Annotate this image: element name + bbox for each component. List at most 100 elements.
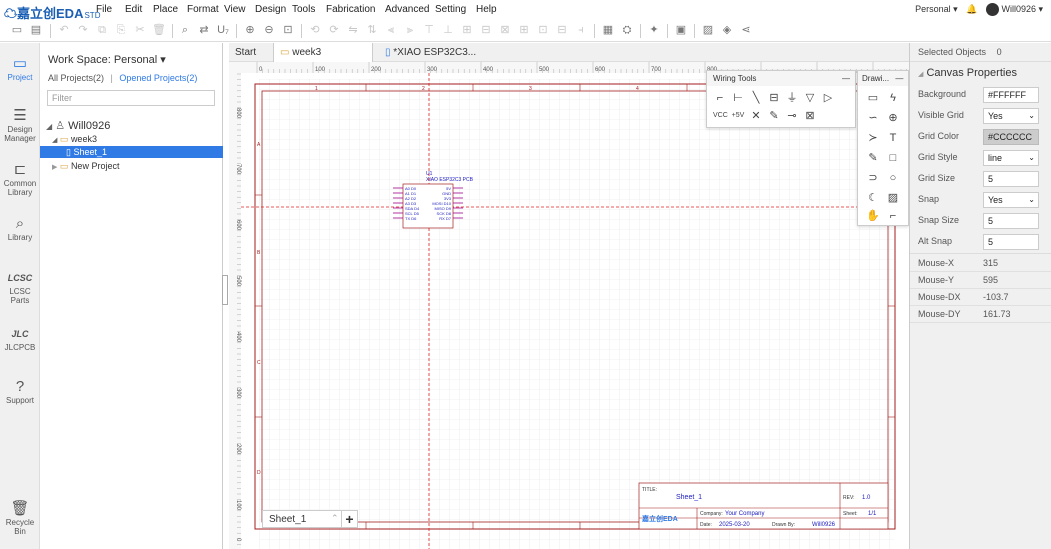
pencil-icon[interactable]: ✎ — [866, 151, 880, 165]
menu-setting[interactable]: Setting — [435, 4, 466, 15]
menu-view[interactable]: View — [224, 4, 246, 15]
menu-file[interactable]: File — [96, 4, 112, 15]
copy-icon[interactable]: ⧉ — [95, 23, 109, 37]
save-icon[interactable]: ▤ — [29, 23, 43, 37]
tab-week3[interactable]: ▭ week3 — [273, 43, 373, 62]
menu-advanced[interactable]: Advanced — [385, 4, 429, 15]
share-icon[interactable]: ⋖ — [739, 23, 753, 37]
lightning-icon[interactable]: ϟ — [886, 91, 900, 105]
redo-icon[interactable]: ↷ — [76, 23, 90, 37]
text-icon[interactable]: T — [886, 131, 900, 145]
zoom-in-icon[interactable]: ⊕ — [243, 23, 257, 37]
pin-icon[interactable]: ⊸ — [785, 109, 799, 123]
menu-help[interactable]: Help — [476, 4, 497, 15]
nav-support[interactable]: ? Support — [0, 378, 40, 405]
menu-format[interactable]: Format — [187, 4, 219, 15]
nav-jlcpcb[interactable]: JLC JLCPCB — [0, 325, 40, 352]
bus-icon[interactable]: ⊢ — [731, 91, 745, 105]
bell-icon[interactable]: 🔔 — [966, 4, 977, 14]
nav-library[interactable]: ⌕ Library — [0, 215, 40, 242]
plus5v-icon[interactable]: +5V — [731, 109, 745, 123]
menu-edit[interactable]: Edit — [125, 4, 142, 15]
bus-entry-icon[interactable]: ╲ — [749, 91, 763, 105]
align-top-icon[interactable]: ⊤ — [422, 23, 436, 37]
menu-fabrication[interactable]: Fabrication — [326, 4, 375, 15]
image-tool-icon[interactable]: ▭ — [866, 91, 880, 105]
distribute-vertical-icon[interactable]: ⊠ — [498, 23, 512, 37]
no-connect-icon[interactable]: ✕ — [749, 109, 763, 123]
image-icon[interactable]: ▨ — [701, 23, 715, 37]
pivot-icon[interactable]: ⊕ — [886, 111, 900, 125]
add-sheet-button[interactable]: + — [341, 510, 357, 528]
align-grid-icon[interactable]: ⊞ — [517, 23, 531, 37]
rectangle-icon[interactable]: □ — [886, 151, 900, 165]
new-icon[interactable]: ▭ — [10, 23, 24, 37]
align-right-icon[interactable]: ⫸ — [403, 23, 417, 37]
workspace-select[interactable]: Work Space: Personal ▾ — [48, 53, 166, 66]
sheet-tab[interactable]: Sheet_1 — [269, 514, 306, 525]
netflag-icon[interactable]: ▽ — [803, 91, 817, 105]
panel-collapse-handle[interactable] — [222, 275, 228, 305]
snap-select[interactable]: Yes ⌄ — [983, 192, 1039, 208]
menu-design[interactable]: Design — [255, 4, 286, 15]
grid-color-input[interactable]: #CCCCCC — [983, 129, 1039, 145]
drawing-tools-header[interactable]: Drawi... — — [858, 71, 908, 86]
menu-tools[interactable]: Tools — [292, 4, 315, 15]
cut-icon[interactable]: ✂ — [133, 23, 147, 37]
bezier-icon[interactable]: ∽ — [866, 111, 880, 125]
arc-icon[interactable]: ☾ — [866, 191, 880, 205]
snap-size-input[interactable]: 5 — [983, 213, 1039, 229]
paste-icon[interactable]: ⎘ — [114, 23, 128, 37]
vcc-icon[interactable]: VCC — [713, 109, 728, 123]
menu-place[interactable]: Place — [153, 4, 178, 15]
visible-grid-select[interactable]: Yes ⌄ — [983, 108, 1039, 124]
arrange-icon[interactable]: ⫞ — [574, 23, 588, 37]
tab-all-projects[interactable]: All Projects(2) — [48, 73, 104, 83]
filter-input[interactable]: Filter — [47, 90, 215, 106]
workspace-switch[interactable]: Personal ▾ — [915, 4, 958, 14]
user-menu[interactable]: Will0926 ▾ — [1001, 4, 1043, 14]
rotate-right-icon[interactable]: ⟳ — [327, 23, 341, 37]
flip-horizontal-icon[interactable]: ⇋ — [346, 23, 360, 37]
nav-design-manager[interactable]: ☰ Design Manager — [0, 107, 40, 143]
circle-icon[interactable]: ○ — [886, 171, 900, 185]
wire-icon[interactable]: ⌐ — [713, 91, 727, 105]
tree-new-project[interactable]: ▶ ▭ New Project — [52, 161, 119, 172]
pcb-convert-icon[interactable]: ▦ — [601, 23, 615, 37]
netport-icon[interactable]: ▷ — [821, 91, 835, 105]
nav-recycle-bin[interactable]: 🗑 Recycle Bin — [0, 500, 40, 536]
layer-icon[interactable]: ⊟ — [555, 23, 569, 37]
grid-size-input[interactable]: 5 — [983, 171, 1039, 187]
schematic-canvas[interactable]: 0 100 200 300 400 500 600 700 800 800 70… — [229, 62, 909, 549]
background-input[interactable]: #FFFFFF — [983, 87, 1039, 103]
align-group-icon[interactable]: ⊡ — [536, 23, 550, 37]
wiring-tools-header[interactable]: Wiring Tools — — [707, 71, 855, 86]
tree-user[interactable]: ◢ ♙ Will0926 — [46, 119, 110, 132]
tab-opened-projects[interactable]: Opened Projects(2) — [119, 73, 197, 83]
zoom-out-icon[interactable]: ⊖ — [262, 23, 276, 37]
align-bottom-icon[interactable]: ⊥ — [441, 23, 455, 37]
arrow-icon[interactable]: ≻ — [866, 131, 880, 145]
find-replace-icon[interactable]: ⇄ — [197, 23, 211, 37]
netlabel-icon[interactable]: ⊟ — [767, 91, 781, 105]
nav-common-library[interactable]: ⊏ Common Library — [0, 161, 40, 197]
voltage-probe-icon[interactable]: ✎ — [767, 109, 781, 123]
nav-project[interactable]: ▭ Project — [0, 55, 40, 82]
find-icon[interactable]: ⌕ — [178, 23, 192, 37]
flip-vertical-icon[interactable]: ⇅ — [365, 23, 379, 37]
tab-xiao-esp32c3[interactable]: ▯ *XIAO ESP32C3... — [379, 43, 482, 62]
tree-sheet[interactable]: ▯ Sheet_1 — [66, 147, 107, 158]
line-icon[interactable]: ⌐ — [886, 209, 900, 223]
alt-snap-input[interactable]: 5 — [983, 234, 1039, 250]
rotate-left-icon[interactable]: ⟲ — [308, 23, 322, 37]
group-icon[interactable]: ⊠ — [803, 109, 817, 123]
grid-style-select[interactable]: line ⌄ — [983, 150, 1039, 166]
chevron-up-icon[interactable]: ⌃ — [331, 513, 339, 524]
polygon-icon[interactable]: ⊃ — [866, 171, 880, 185]
ground-icon[interactable]: ⏚ — [785, 91, 799, 105]
layers-icon[interactable]: ◈ — [720, 23, 734, 37]
fit-view-icon[interactable]: ⊡ — [281, 23, 295, 37]
drc-icon[interactable]: ✦ — [647, 23, 661, 37]
align-center-icon[interactable]: ⊞ — [460, 23, 474, 37]
tree-project-week3[interactable]: ◢ ▭ week3 — [52, 134, 97, 145]
